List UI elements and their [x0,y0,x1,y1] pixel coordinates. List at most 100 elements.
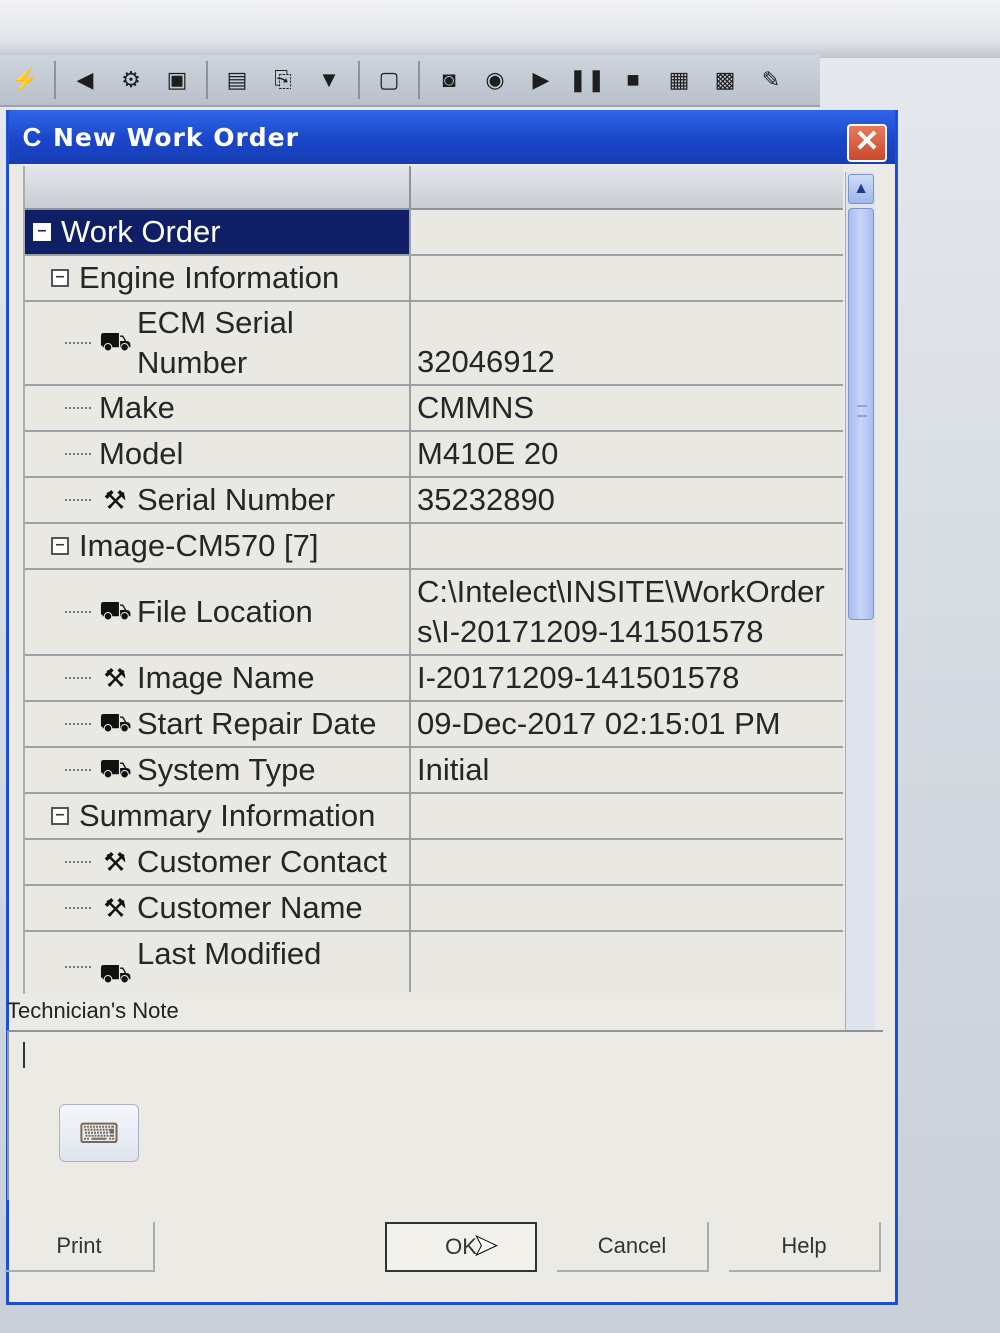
grid-row-value[interactable]: I-20171209-141501578 [411,656,843,700]
wrench-icon: ⚒ [103,662,127,693]
grid-row-name: ⛟ File Location [25,570,411,654]
collapse-icon[interactable]: – [33,223,51,241]
pause-icon[interactable]: ❚❚ [566,60,608,100]
grid-vertical-scrollbar[interactable]: ▲ ▼ [845,172,875,1102]
read-only-icon: ⛟ [99,325,132,356]
play-icon[interactable]: ▶ [520,60,562,100]
grid-row-label: Model [99,436,184,471]
collapse-icon[interactable]: – [51,537,69,555]
calculator-icon[interactable]: ▩ [704,60,746,100]
tree-connector [65,907,91,909]
toolbar-separator [206,61,208,99]
grid-row-value[interactable]: Initial [411,748,843,792]
grid-row-customer-name[interactable]: ⚒ Customer Name [25,886,843,932]
connect-icon[interactable]: ⚡ [4,60,46,100]
grid-header-name-column[interactable] [25,166,411,210]
back-icon[interactable]: ◀ [64,60,106,100]
toolbar-separator [418,61,420,99]
wrench-icon: ⚒ [103,892,127,923]
camera-icon[interactable]: ◙ [428,60,470,100]
grid-row-system-type[interactable]: ⛟ System Type Initial [25,748,843,794]
grid-row-start-repair-date[interactable]: ⛟ Start Repair Date 09-Dec-2017 02:15:01… [25,702,843,748]
grid-row-label: Customer Name [137,890,363,925]
read-only-icon: ⛟ [99,958,132,988]
technician-note-input[interactable]: ⌨ [7,1030,883,1200]
grid-row-label-line2: Number [137,345,248,380]
grid-row-value [411,210,843,254]
grid-row-summary-information[interactable]: – Summary Information [25,794,843,840]
tree-connector [65,611,91,613]
grid-row-name: – Image-CM570 [7] [25,524,411,568]
grip-icon [857,405,867,417]
grid-row-value-line2: s\I-20171209-141501578 [417,614,764,649]
grid-row-value[interactable]: M410E 20 [411,432,843,476]
data-icon[interactable]: ▦ [658,60,700,100]
document-icon[interactable]: ▤ [216,60,258,100]
grid-row-ecm-serial-number[interactable]: ⛟ ECM Serial Number 32046912 [25,302,843,386]
grid-row-value[interactable]: 35232890 [411,478,843,522]
ok-button[interactable]: OK [385,1222,537,1272]
grid-row-label: Serial Number [137,482,336,517]
read-only-icon: ⛟ [99,752,132,783]
grid-row-value [411,524,843,568]
stop-icon[interactable]: ■ [612,60,654,100]
grid-row-value[interactable] [411,932,843,992]
grid-row-value[interactable] [411,886,843,930]
toolbar-separator [358,61,360,99]
grid-row-value[interactable]: C:\Intelect\INSITE\WorkOrder s\I-2017120… [411,570,843,654]
dialog-titlebar[interactable]: C New Work Order ✕ [9,110,895,164]
close-button[interactable]: ✕ [847,124,887,162]
grid-row-value[interactable] [411,840,843,884]
grid-row-name: – Engine Information [25,256,411,300]
grid-header-value-column[interactable] [411,166,843,210]
grid-row-label: Make [99,390,175,425]
grid-row-label: System Type [137,752,316,787]
grid-row-value[interactable]: CMMNS [411,386,843,430]
print-button[interactable]: Print [5,1222,155,1272]
grid-row-name: ⛟ Last Modified [25,932,411,992]
tree-connector [65,677,91,679]
collapse-icon[interactable]: – [51,269,69,287]
grid-row-value[interactable]: 09-Dec-2017 02:15:01 PM [411,702,843,746]
grid-row-image-cm570[interactable]: – Image-CM570 [7] [25,524,843,570]
grid-row-name: ⚒ Customer Name [25,886,411,930]
mouse-cursor-icon: ➤ [472,1229,499,1263]
tree-connector [65,453,91,455]
tree-connector [65,769,91,771]
tools-icon[interactable]: ⚙ [110,60,152,100]
export-icon[interactable]: ⎘ [262,60,304,100]
grid-row-engine-information[interactable]: – Engine Information [25,256,843,302]
text-caret [23,1042,25,1068]
grid-row-work-order[interactable]: – Work Order [25,210,843,256]
grid-row-name: ⛟ ECM Serial Number [25,302,411,384]
scrollbar-thumb[interactable] [848,208,874,620]
record-icon[interactable]: ◉ [474,60,516,100]
grid-row-value[interactable]: 32046912 [411,302,843,384]
grid-row-name: – Work Order [25,210,411,254]
help-button[interactable]: Help [729,1222,881,1272]
grid-row-name: Make [25,386,411,430]
print-icon[interactable]: ▣ [156,60,198,100]
grid-row-last-modified[interactable]: ⛟ Last Modified [25,932,843,992]
grid-row-customer-contact[interactable]: ⚒ Customer Contact [25,840,843,886]
main-toolbar: ⚡ ◀ ⚙ ▣ ▤ ⎘ ▼ ▢ ◙ ◉ ▶ ❚❚ ■ ▦ ▩ ✎ [0,55,820,107]
grid-row-model[interactable]: Model M410E 20 [25,432,843,478]
scroll-up-icon[interactable]: ▲ [848,174,874,204]
grid-row-serial-number[interactable]: ⚒ Serial Number 35232890 [25,478,843,524]
filter-icon[interactable]: ▼ [308,60,350,100]
grid-row-name: ⛟ Start Repair Date [25,702,411,746]
collapse-icon[interactable]: – [51,807,69,825]
grid-row-make[interactable]: Make CMMNS [25,386,843,432]
grid-row-name: ⚒ Image Name [25,656,411,700]
page-icon[interactable]: ▢ [368,60,410,100]
grid-row-image-name[interactable]: ⚒ Image Name I-20171209-141501578 [25,656,843,702]
notes-icon[interactable]: ✎ [750,60,792,100]
grid-row-label: ECM Serial Number [137,303,294,383]
app-icon: C [22,122,42,152]
grid-row-file-location[interactable]: ⛟ File Location C:\Intelect\INSITE\WorkO… [25,570,843,656]
cancel-button[interactable]: Cancel [557,1222,709,1272]
tree-connector [65,407,91,409]
grid-row-label: Work Order [61,214,221,249]
keyboard-button[interactable]: ⌨ [59,1104,139,1162]
tree-connector [65,723,91,725]
